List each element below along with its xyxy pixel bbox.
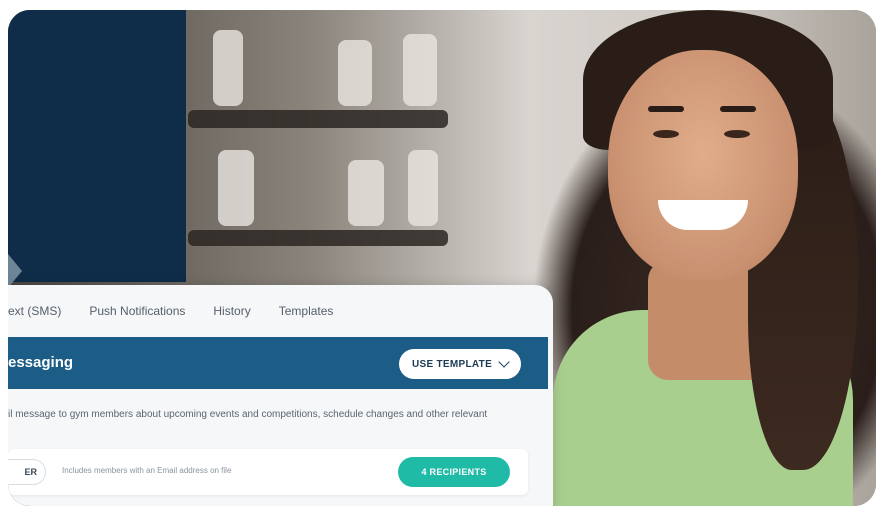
navy-overlay-block (8, 10, 186, 282)
photo-brow (720, 106, 756, 112)
recipients-button[interactable]: 4 RECIPIENTS (398, 457, 510, 487)
photo-bottle (348, 160, 384, 226)
tab-push-notifications[interactable]: Push Notifications (89, 304, 185, 318)
recipients-row: ER Includes members with an Email addres… (8, 449, 528, 495)
chevron-down-icon (498, 356, 510, 368)
filter-label: ER (24, 467, 37, 477)
messaging-header: essaging USE TEMPLATE (8, 337, 548, 389)
photo-face (608, 50, 798, 280)
messaging-description: il message to gym members about upcoming… (8, 409, 488, 420)
photo-eye (724, 130, 750, 138)
photo-bottle (403, 34, 437, 106)
recipients-note: Includes members with an Email address o… (62, 466, 232, 475)
tab-bar: ext (SMS) Push Notifications History Tem… (8, 285, 553, 337)
photo-eye (653, 130, 679, 138)
messaging-title: essaging (8, 354, 74, 371)
photo-shelf (188, 110, 448, 128)
use-template-label: USE TEMPLATE (411, 358, 493, 370)
photo-brow (648, 106, 684, 112)
photo-bottle (213, 30, 243, 106)
recipients-label: 4 RECIPIENTS (421, 467, 487, 477)
hero-frame: ext (SMS) Push Notifications History Tem… (8, 10, 876, 506)
tab-sms[interactable]: ext (SMS) (8, 304, 61, 318)
photo-shelf (188, 230, 448, 246)
use-template-button[interactable]: USE TEMPLATE (399, 349, 521, 379)
filter-button[interactable]: ER (8, 459, 46, 485)
photo-bottle (338, 40, 372, 106)
pointer-arrow-icon (8, 254, 22, 288)
tab-templates[interactable]: Templates (279, 304, 334, 318)
messaging-panel: ext (SMS) Push Notifications History Tem… (8, 285, 553, 506)
photo-bottle (218, 150, 254, 226)
tab-history[interactable]: History (213, 304, 250, 318)
photo-bottle (408, 150, 438, 226)
